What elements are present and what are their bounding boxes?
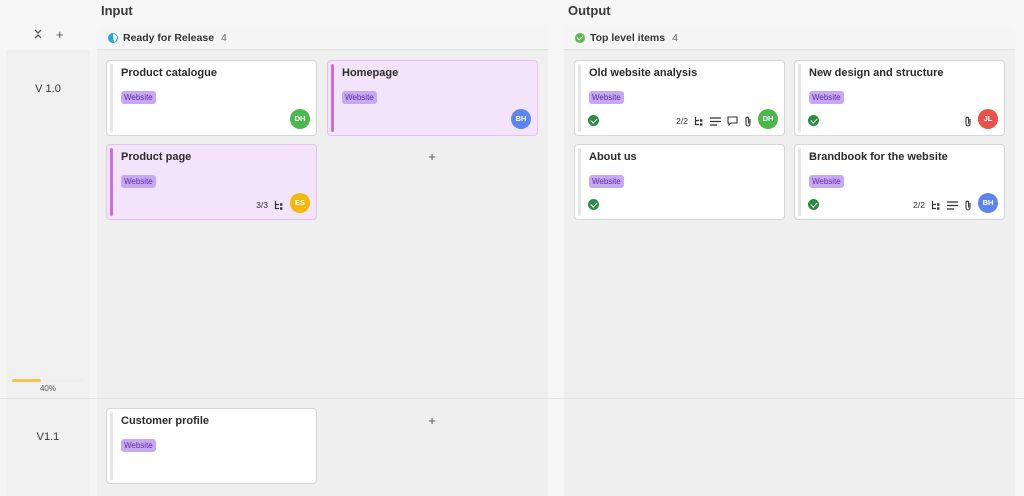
version-label-v1-0[interactable]: V 1.0 (0, 83, 96, 95)
add-version-button[interactable]: + (56, 27, 64, 43)
card-stripe (798, 148, 801, 216)
avatar[interactable]: BH (978, 193, 998, 213)
attachment-icon[interactable] (964, 200, 972, 211)
card-stripe (110, 148, 113, 216)
add-card-button[interactable]: + (425, 150, 439, 164)
card-new-design-and-structure[interactable]: New design and structure Website JL (794, 60, 1005, 136)
card-meta: 3/3 (256, 199, 284, 211)
tag-badge[interactable]: Website (121, 439, 156, 452)
subtask-count: 3/3 (256, 200, 268, 210)
tag-badge[interactable]: Website (589, 91, 624, 104)
tag-badge[interactable]: Website (809, 175, 844, 188)
card-title: New design and structure (809, 67, 944, 79)
description-icon[interactable] (947, 200, 958, 210)
avatar[interactable]: DH (290, 109, 310, 129)
avatar[interactable]: ES (290, 193, 310, 213)
card-brandbook[interactable]: Brandbook for the website Website 2/2 BH (794, 144, 1005, 220)
done-check-icon[interactable] (808, 199, 819, 210)
column-title: Ready for Release (123, 31, 215, 44)
description-icon[interactable] (710, 116, 721, 126)
card-title: Product catalogue (121, 67, 217, 79)
version-progress-text: 40% (39, 384, 56, 393)
tag-badge[interactable]: Website (809, 91, 844, 104)
card-about-us[interactable]: About us Website (574, 144, 785, 220)
card-product-page[interactable]: Product page Website 3/3 ES (106, 144, 317, 220)
input-section-title: Input (101, 3, 133, 18)
card-meta: 2/2 (913, 199, 972, 211)
version-progress-bar (12, 379, 84, 382)
card-meta: 2/2 (676, 115, 752, 127)
column-count: 4 (672, 31, 678, 44)
card-stripe (578, 64, 581, 132)
card-title: Product page (121, 151, 192, 163)
comment-icon[interactable] (727, 116, 738, 126)
subtasks-icon[interactable] (931, 200, 941, 210)
version-progress-fill (12, 379, 41, 382)
attachment-icon[interactable] (964, 116, 972, 127)
subtask-count: 2/2 (913, 200, 925, 210)
card-customer-profile[interactable]: Customer profile Website (106, 408, 317, 484)
row-divider (0, 398, 1024, 399)
collapse-icon[interactable] (33, 28, 43, 44)
card-title: About us (589, 151, 637, 163)
card-homepage[interactable]: Homepage Website BH (327, 60, 538, 136)
card-stripe (331, 64, 334, 132)
card-stripe (110, 412, 113, 480)
done-check-icon[interactable] (808, 115, 819, 126)
card-title: Homepage (342, 67, 399, 79)
card-meta (964, 115, 972, 127)
subtasks-icon[interactable] (694, 116, 704, 126)
ready-column-header[interactable]: Ready for Release 4 (97, 26, 548, 50)
subtasks-icon[interactable] (274, 200, 284, 210)
card-title: Brandbook for the website (809, 151, 948, 163)
tag-badge[interactable]: Website (589, 175, 624, 188)
version-rail (6, 50, 90, 496)
attachment-icon[interactable] (744, 116, 752, 127)
version-label-v1-1[interactable]: V1.1 (0, 431, 96, 443)
avatar[interactable]: BH (511, 109, 531, 129)
done-check-icon (575, 32, 585, 43)
card-title: Customer profile (121, 415, 210, 427)
in-progress-icon (108, 32, 118, 43)
add-card-button[interactable]: + (425, 414, 439, 428)
done-check-icon[interactable] (588, 115, 599, 126)
column-title: Top level items (590, 31, 666, 44)
card-stripe (578, 148, 581, 216)
card-title: Old website analysis (589, 67, 698, 79)
tag-badge[interactable]: Website (121, 175, 156, 188)
avatar[interactable]: DH (758, 109, 778, 129)
top-level-column-header[interactable]: Top level items 4 (564, 26, 1015, 50)
avatar[interactable]: JL (978, 109, 998, 129)
card-product-catalogue[interactable]: Product catalogue Website DH (106, 60, 317, 136)
subtask-count: 2/2 (676, 116, 688, 126)
tag-badge[interactable]: Website (342, 91, 377, 104)
column-count: 4 (221, 31, 227, 44)
tag-badge[interactable]: Website (121, 91, 156, 104)
done-check-icon[interactable] (588, 199, 599, 210)
card-old-website-analysis[interactable]: Old website analysis Website 2/2 DH (574, 60, 785, 136)
card-stripe (110, 64, 113, 132)
card-stripe (798, 64, 801, 132)
output-section-title: Output (568, 3, 611, 18)
